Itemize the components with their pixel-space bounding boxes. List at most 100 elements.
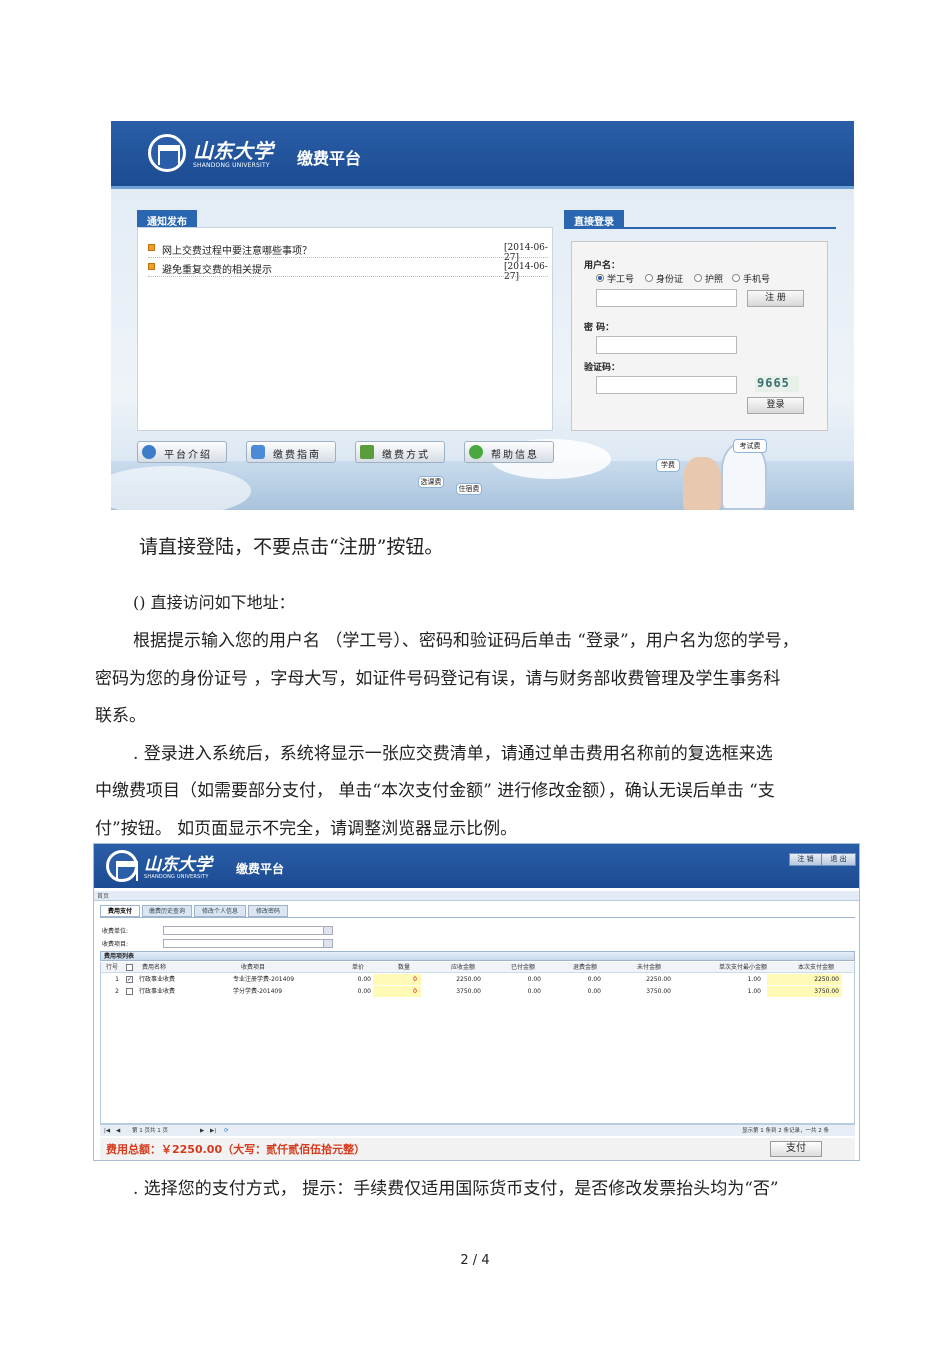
nav-help-button[interactable]: 帮助信息	[464, 441, 554, 463]
amount-refund: 0.00	[587, 988, 601, 995]
page-indicator[interactable]: 第 1 页共 1 页	[132, 1125, 168, 1137]
quantity-input[interactable]: 0	[379, 974, 417, 985]
record-count: 显示第 1 条到 2 条记录，一共 2 条	[742, 1128, 829, 1134]
login-screenshot: 山东大学 SHANDONG UNIVERSITY 缴费平台 通知发布 网上交费过…	[111, 121, 854, 510]
instruction-line: 密码为您的身份证号 ，字母大写，如证件号码登记有误，请与财务部收费管理及学生事务…	[95, 669, 781, 689]
nav-platform-intro-button[interactable]: 平台介绍	[137, 441, 227, 463]
unit-select[interactable]	[163, 926, 333, 935]
username-label: 用户名：	[584, 261, 621, 271]
register-button[interactable]: 注 册	[747, 290, 804, 307]
nav-label: 缴费方式	[382, 450, 430, 461]
instruction-line: 中缴费项目（如需要部分支付， 单击“本次支付金额” 进行修改金额），确认无误后单…	[95, 781, 775, 801]
logout-button[interactable]: 注 销	[789, 853, 822, 866]
unit-price: 0.00	[357, 988, 371, 995]
amount-due: 3750.00	[456, 988, 481, 995]
notice-panel: 网上交费过程中要注意哪些事项？ [2014-06-27] 避免重复交费的相关提示…	[137, 227, 553, 431]
notice-title[interactable]: 避免重复交费的相关提示	[162, 261, 272, 276]
login-tab[interactable]: 直接登录	[564, 210, 624, 228]
quantity-input[interactable]: 0	[379, 986, 417, 997]
page-number: 2 / 4	[460, 1253, 490, 1268]
radio-label: 身份证	[656, 275, 684, 285]
notice-date: [2014-06-27]	[504, 262, 548, 282]
column-header: 未付金额	[636, 964, 661, 971]
column-header: 应收金额	[450, 964, 475, 971]
instruction-line: () 直接访问如下地址：	[133, 593, 295, 612]
column-header: 行号	[105, 964, 118, 971]
radio-label: 手机号	[743, 275, 771, 285]
notice-title[interactable]: 网上交费过程中要注意哪些事项？	[162, 242, 312, 257]
nav-label: 帮助信息	[491, 450, 539, 461]
notice-tab[interactable]: 通知发布	[137, 210, 197, 228]
tab-password[interactable]: 修改密码	[248, 905, 288, 917]
row-number: 1	[115, 976, 119, 983]
login-button[interactable]: 登录	[747, 397, 804, 414]
login-panel: 用户名： 学工号 身份证 护照 手机号 注 册 密 码： 验证码： 9665 登…	[571, 241, 828, 431]
captcha-image[interactable]: 9665	[755, 376, 799, 392]
password-input[interactable]	[596, 336, 737, 354]
radio-id-card[interactable]	[645, 274, 653, 282]
fee-item: 专业注册学费-201409	[233, 976, 295, 983]
nav-payment-methods-button[interactable]: 缴费方式	[355, 441, 445, 463]
amount-unpaid: 2250.00	[646, 976, 671, 983]
fee-item: 学分学费-201409	[233, 988, 283, 995]
payment-amount-input[interactable]: 2250.00	[787, 974, 839, 985]
instruction-line: 联系。	[95, 706, 146, 726]
university-logo-en: SHANDONG UNIVERSITY	[144, 874, 209, 880]
notice-item[interactable]: 网上交费过程中要注意哪些事项？ [2014-06-27]	[148, 240, 548, 263]
captcha-input[interactable]	[596, 376, 737, 394]
fee-bubble: 选课费	[418, 476, 444, 488]
pay-button[interactable]: 支付	[770, 1141, 822, 1157]
exit-button[interactable]: 退 出	[821, 853, 856, 866]
prev-page-icon[interactable]: ◀	[116, 1125, 120, 1137]
amount-paid: 0.00	[527, 976, 541, 983]
nav-label: 平台介绍	[164, 450, 212, 461]
last-page-icon[interactable]: ▶|	[210, 1125, 216, 1137]
instruction-line: . 选择您的支付方式， 提示：手续费仅适用国际货币支付，是否修改发票抬头均为“否…	[133, 1179, 779, 1199]
student-figure	[721, 443, 767, 510]
total-amount: 费用总额：￥2250.00（大写：贰仟贰佰伍拾元整）	[106, 1143, 366, 1156]
item-select[interactable]	[163, 939, 333, 948]
student-figure	[683, 457, 721, 510]
radio-phone[interactable]	[732, 274, 740, 282]
total-bar: 费用总额：￥2250.00（大写：贰仟贰佰伍拾元整） 支付	[100, 1138, 855, 1160]
university-logo-text: 山东大学	[144, 855, 212, 875]
payment-header: 山东大学 SHANDONG UNIVERSITY 缴费平台 注 销 退 出	[94, 844, 859, 888]
username-input[interactable]	[596, 289, 737, 307]
first-page-icon[interactable]: |◀	[104, 1125, 110, 1137]
university-logo-en: SHANDONG UNIVERSITY	[193, 162, 270, 169]
login-header: 山东大学 SHANDONG UNIVERSITY 缴费平台	[111, 121, 854, 189]
amount-due: 2250.00	[456, 976, 481, 983]
university-logo-text: 山东大学	[193, 139, 273, 163]
fee-table: 行号 费用名称 收费项目 单价 数量 应收金额 已付金额 退费金额 未付金额 单…	[100, 962, 855, 1124]
payment-icon	[360, 445, 374, 459]
nav-guide-button[interactable]: 缴费指南	[246, 441, 336, 463]
bullet-icon	[148, 263, 155, 270]
unit-price: 0.00	[357, 976, 371, 983]
radio-passport[interactable]	[694, 274, 702, 282]
bullet-icon	[148, 244, 155, 251]
row-checkbox[interactable]: ✓	[126, 976, 133, 983]
tab-fee-payment[interactable]: 费用支付	[100, 905, 140, 917]
radio-label: 学工号	[607, 275, 635, 285]
column-header: 单次支付最小金额	[718, 964, 767, 971]
tab-history[interactable]: 缴费历史查询	[142, 905, 192, 917]
next-page-icon[interactable]: ▶	[200, 1125, 204, 1137]
row-checkbox[interactable]	[126, 988, 133, 995]
notice-item[interactable]: 避免重复交费的相关提示 [2014-06-27]	[148, 259, 548, 282]
amount-unpaid: 3750.00	[646, 988, 671, 995]
min-payment: 1.00	[747, 976, 761, 983]
tab-divider	[100, 917, 855, 918]
radio-label: 护照	[705, 275, 724, 285]
payment-screenshot: 山东大学 SHANDONG UNIVERSITY 缴费平台 注 销 退 出 首页…	[93, 843, 860, 1161]
item-label: 收费项目:	[102, 941, 129, 948]
captcha-label: 验证码：	[584, 363, 621, 373]
refresh-icon[interactable]: ⟳	[224, 1125, 229, 1137]
fee-bubble: 考试费	[733, 439, 767, 453]
payment-amount-input[interactable]: 3750.00	[787, 986, 839, 997]
breadcrumb[interactable]: 首页	[94, 891, 859, 901]
radio-staff-id[interactable]	[596, 274, 604, 282]
fee-name: 行政事业收费	[139, 988, 176, 995]
column-header: 已付金额	[510, 964, 535, 971]
select-all-checkbox[interactable]	[126, 964, 133, 971]
tab-profile[interactable]: 修改个人信息	[194, 905, 246, 917]
